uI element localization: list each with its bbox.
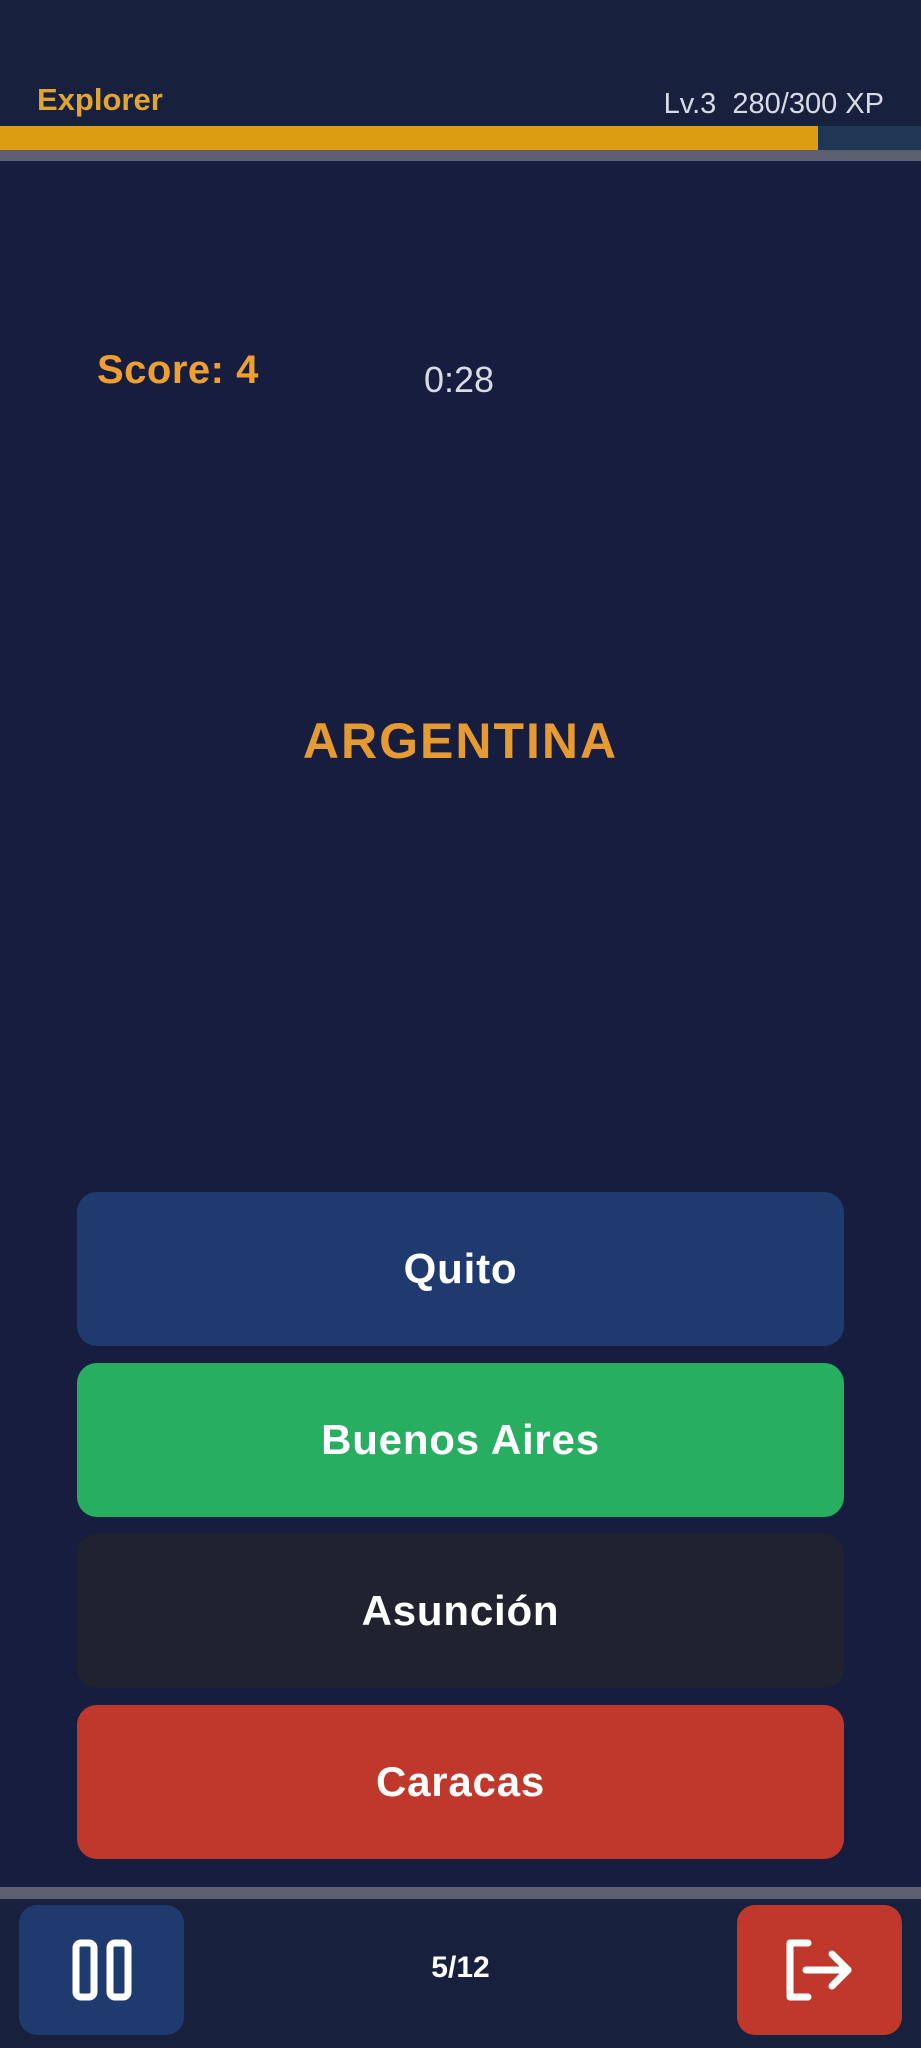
exit-button[interactable] <box>737 1905 902 2035</box>
answer-button-asuncion[interactable]: Asunción <box>77 1534 844 1688</box>
answer-label: Caracas <box>375 1758 546 1805</box>
xp-progress-bar <box>0 126 921 150</box>
answer-button-caracas[interactable]: Caracas <box>77 1705 844 1859</box>
timer-display: 0:28 <box>424 359 495 400</box>
xp-progress-fill <box>0 126 819 150</box>
answer-label: Asunción <box>361 1587 560 1634</box>
header-divider <box>0 150 921 161</box>
footer-divider <box>0 1887 921 1899</box>
level-xp-text: Lv.3 280/300 XP <box>663 88 884 120</box>
answer-button-buenos-aires[interactable]: Buenos Aires <box>77 1363 844 1517</box>
question-country: ARGENTINA <box>302 713 619 769</box>
answer-label: Quito <box>403 1245 518 1292</box>
score-display: Score: 4 <box>97 348 259 392</box>
rank-title: Explorer <box>37 82 163 117</box>
exit-icon <box>786 1939 851 2001</box>
answer-label: Buenos Aires <box>321 1416 600 1463</box>
answer-button-quito[interactable]: Quito <box>77 1192 844 1346</box>
answer-options: Quito Buenos Aires Asunción Caracas <box>77 1192 844 1876</box>
top-bar: Explorer Lv.3 280/300 XP <box>0 0 921 126</box>
